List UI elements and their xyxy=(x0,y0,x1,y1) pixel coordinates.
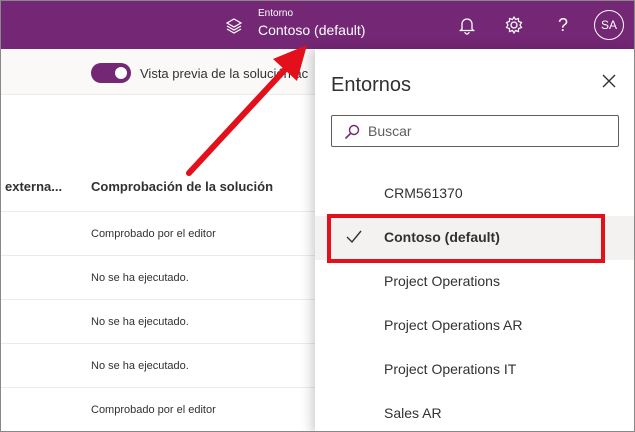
search-icon xyxy=(344,124,360,140)
column-header-external[interactable]: externa... xyxy=(5,179,65,194)
toggle-knob xyxy=(115,67,127,79)
table-row[interactable]: No se ha ejecutado. xyxy=(1,256,321,300)
environment-item-label: Project Operations IT xyxy=(384,361,517,377)
app-window: Entorno Contoso (default) ? SA Vista pre… xyxy=(0,0,635,432)
environment-item[interactable]: Sales AR xyxy=(315,392,634,431)
gear-icon[interactable] xyxy=(504,15,524,35)
column-header-solution-check[interactable]: Comprobación de la solución xyxy=(91,179,273,194)
preview-toggle-label: Vista previa de la solución ac xyxy=(140,66,309,81)
help-icon[interactable]: ? xyxy=(553,15,573,35)
avatar[interactable]: SA xyxy=(594,10,624,40)
search-box[interactable] xyxy=(331,115,619,147)
environment-item-label: Project Operations xyxy=(384,273,500,289)
environment-item[interactable]: Project Operations IT xyxy=(315,348,634,392)
row-solution-check: No se ha ejecutado. xyxy=(91,272,189,284)
row-solution-check: Comprobado por el editor xyxy=(91,228,216,240)
bell-icon[interactable] xyxy=(457,15,477,35)
top-bar: Entorno Contoso (default) ? SA xyxy=(1,1,634,49)
environment-item[interactable]: Project Operations AR xyxy=(315,304,634,348)
table-row[interactable]: No se ha ejecutado. xyxy=(1,344,321,388)
environment-item[interactable]: CRM561370 xyxy=(315,172,634,216)
environment-name[interactable]: Contoso (default) xyxy=(258,22,365,38)
panel-title: Entornos xyxy=(331,74,412,96)
table-row[interactable]: No se ha ejecutado. xyxy=(1,300,321,344)
environment-item-label: CRM561370 xyxy=(384,185,463,201)
environment-icon[interactable] xyxy=(225,17,243,35)
row-solution-check: Comprobado por el editor xyxy=(91,404,216,416)
highlight-box xyxy=(327,214,605,263)
environment-item-label: Project Operations AR xyxy=(384,317,523,333)
environment-label[interactable]: Entorno xyxy=(258,8,293,19)
row-solution-check: No se ha ejecutado. xyxy=(91,316,189,328)
close-icon[interactable] xyxy=(602,74,616,88)
row-solution-check: No se ha ejecutado. xyxy=(91,360,189,372)
environment-item[interactable]: Project Operations xyxy=(315,260,634,304)
table-row[interactable]: Comprobado por el editor xyxy=(1,388,321,431)
preview-toggle[interactable] xyxy=(91,63,131,83)
table-row[interactable]: Comprobado por el editor xyxy=(1,212,321,256)
search-input[interactable] xyxy=(368,122,608,140)
environment-item-label: Sales AR xyxy=(384,405,442,421)
